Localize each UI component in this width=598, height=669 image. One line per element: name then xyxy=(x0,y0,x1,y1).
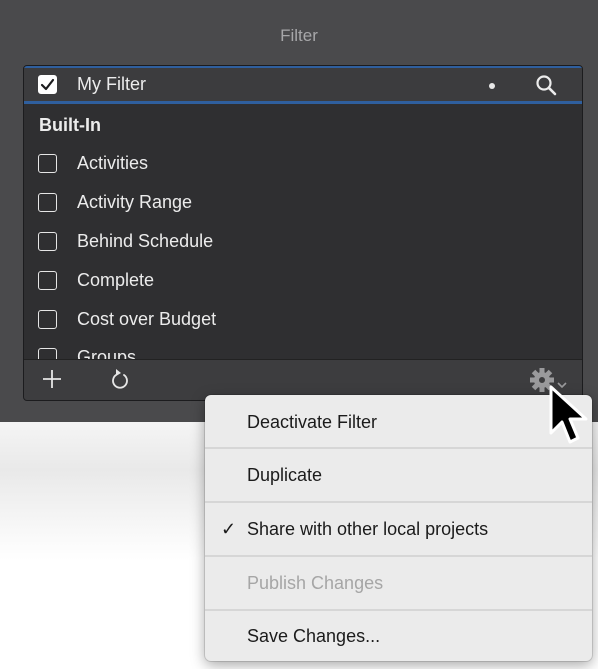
menu-separator xyxy=(205,447,592,449)
menu-separator xyxy=(205,501,592,503)
checkmark-icon xyxy=(40,78,55,91)
filter-row-cost-over-budget[interactable]: Cost over Budget xyxy=(24,301,582,337)
search-icon[interactable] xyxy=(535,74,557,96)
filter-row-complete[interactable]: Complete xyxy=(24,262,582,298)
checkbox[interactable] xyxy=(38,75,57,94)
section-header-built-in: Built-In xyxy=(39,115,101,135)
filter-label: My Filter xyxy=(77,74,146,94)
menu-separator xyxy=(205,609,592,611)
checkbox[interactable] xyxy=(38,231,57,251)
filter-list[interactable]: My Filter Built-In Activities Activity R… xyxy=(23,65,583,401)
checkbox[interactable] xyxy=(38,270,57,290)
filter-toolbar xyxy=(24,359,582,400)
checkmark-icon: ✓ xyxy=(221,518,237,539)
filter-row-activity-range[interactable]: Activity Range xyxy=(24,184,582,220)
checkbox[interactable] xyxy=(38,192,57,212)
mouse-pointer-icon xyxy=(549,385,588,444)
filter-panel: Filter My Filter Built-In Activities Act… xyxy=(0,0,598,422)
modified-dot-icon xyxy=(489,83,495,89)
menu-item-deactivate-filter[interactable]: Deactivate Filter xyxy=(205,399,592,445)
actions-menu: Deactivate Filter Duplicate ✓ Share with… xyxy=(205,395,592,661)
panel-title: Filter xyxy=(280,26,318,45)
menu-item-save-changes[interactable]: Save Changes... xyxy=(205,613,592,659)
filter-label: Complete xyxy=(77,269,155,290)
filter-row-my-filter[interactable]: My Filter xyxy=(24,66,582,104)
menu-separator xyxy=(205,555,592,557)
filter-row-behind-schedule[interactable]: Behind Schedule xyxy=(24,223,582,259)
checkbox[interactable] xyxy=(38,153,57,173)
filter-label: Activity Range xyxy=(77,191,193,212)
filter-label: Activities xyxy=(77,152,149,173)
refresh-icon[interactable] xyxy=(109,367,131,391)
menu-item-publish-changes: Publish Changes xyxy=(247,572,384,593)
filter-label: Cost over Budget xyxy=(77,308,217,329)
checkbox[interactable] xyxy=(38,309,57,329)
menu-item-duplicate[interactable]: Duplicate xyxy=(205,452,592,498)
menu-item-share-local[interactable]: ✓ Share with other local projects xyxy=(205,506,592,552)
plus-icon[interactable] xyxy=(41,368,63,390)
filter-row-activities[interactable]: Activities xyxy=(24,145,582,181)
filter-label: Behind Schedule xyxy=(77,230,214,251)
